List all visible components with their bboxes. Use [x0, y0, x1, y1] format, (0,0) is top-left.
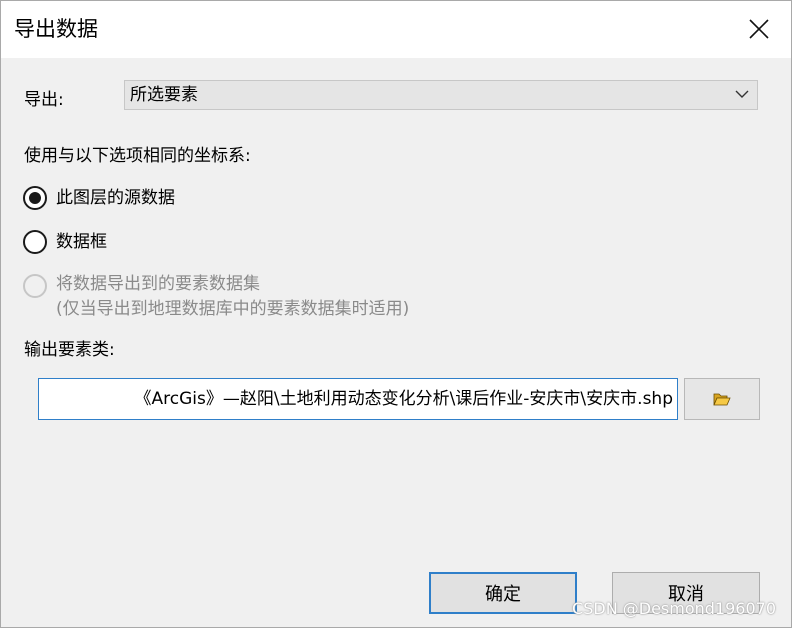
browse-button[interactable]: [684, 378, 760, 420]
radio-source-data-label[interactable]: 此图层的源数据: [56, 186, 175, 210]
radio-data-frame[interactable]: [23, 230, 47, 254]
output-path-input[interactable]: 《ArcGis》—赵阳\土地利用动态变化分析\课后作业-安庆市\安庆市.shp: [38, 378, 678, 420]
title-bar: 导出数据: [0, 0, 792, 58]
radio-feature-dataset-note: (仅当导出到地理数据库中的要素数据集时适用): [56, 299, 410, 319]
radio-data-frame-label[interactable]: 数据框: [56, 230, 107, 254]
export-select[interactable]: 所选要素: [124, 80, 758, 110]
watermark: CSDN @Desmond196070: [572, 599, 776, 618]
output-path-value: 《ArcGis》—赵阳\土地利用动态变化分析\课后作业-安庆市\安庆市.shp: [134, 389, 674, 409]
coordinate-label: 使用与以下选项相同的坐标系:: [24, 146, 251, 166]
close-icon: [749, 19, 769, 39]
radio-feature-dataset-label: 将数据导出到的要素数据集: [56, 274, 260, 294]
close-button[interactable]: [736, 8, 782, 50]
dialog-title: 导出数据: [14, 17, 98, 41]
radio-source-data[interactable]: [23, 186, 47, 210]
export-selected-value: 所选要素: [130, 85, 198, 105]
open-folder-icon: [713, 393, 731, 406]
ok-button[interactable]: 确定: [429, 572, 577, 614]
export-label: 导出:: [24, 90, 64, 110]
chevron-down-icon: [735, 90, 749, 98]
radio-feature-dataset[interactable]: [23, 274, 47, 298]
output-label: 输出要素类:: [24, 340, 115, 360]
